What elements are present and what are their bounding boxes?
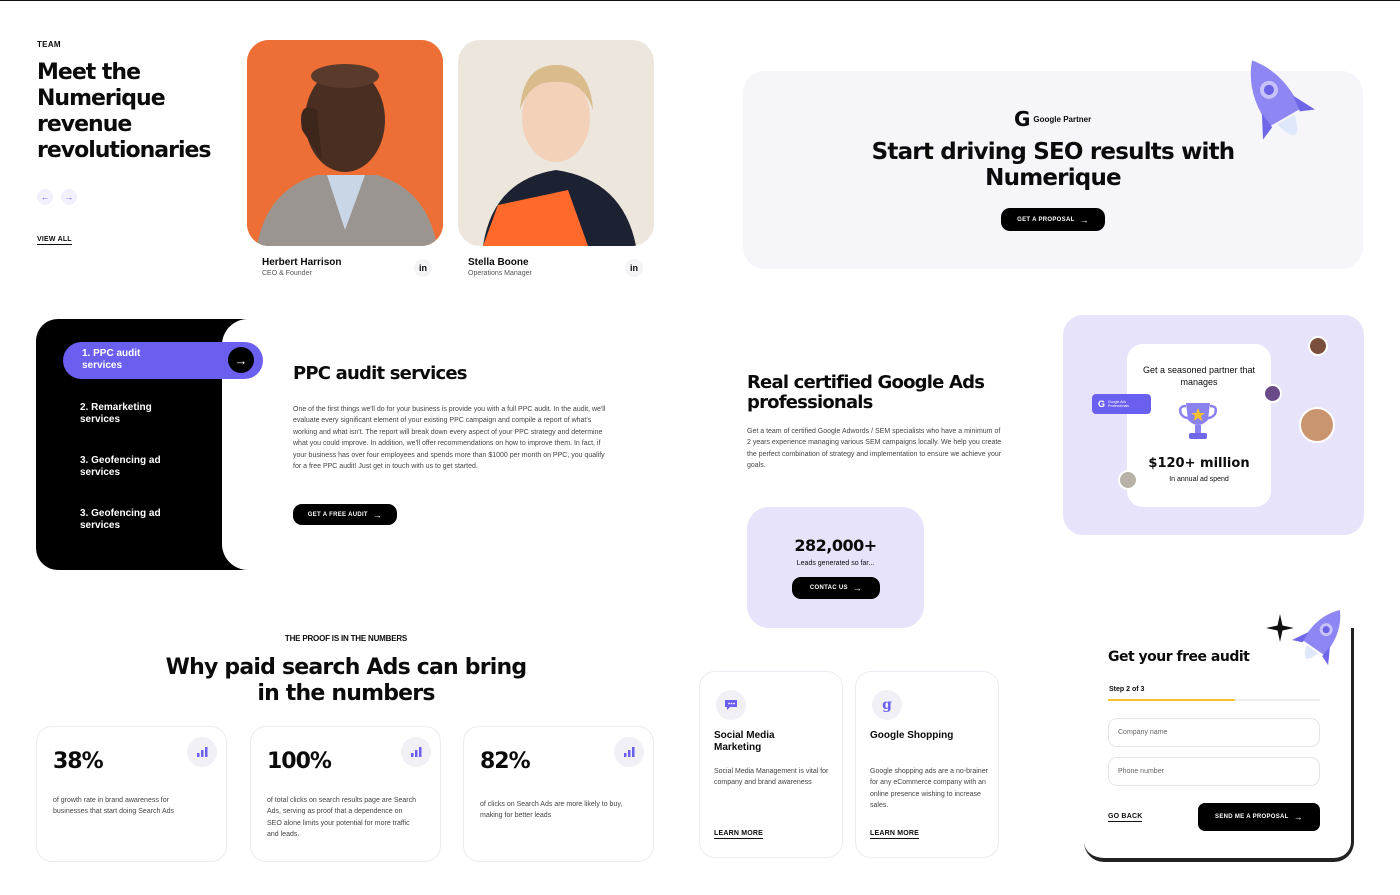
- stat-value: 100%: [267, 749, 332, 774]
- stat-card: 100% of total clicks on search results p…: [250, 726, 441, 862]
- team-heading-line: revenue: [37, 112, 132, 137]
- stella-photo: [458, 40, 654, 246]
- stat-text: of growth rate in brand awareness for bu…: [53, 797, 175, 816]
- rocket-illustration: [1291, 602, 1351, 677]
- ppc-menu-item[interactable]: 3. Geofencing ad services: [80, 455, 180, 479]
- prev-arrow-button[interactable]: ←: [37, 189, 53, 205]
- rocket-illustration: [1236, 50, 1316, 159]
- service-card: Social Media Marketing Social Media Mana…: [699, 671, 843, 858]
- bar-chart-icon: [401, 737, 431, 767]
- google-partner-label: Google Partner: [1033, 114, 1092, 124]
- sparkle-icon: [1266, 614, 1294, 647]
- certified-heading: Real certified Google Ads professionals: [747, 373, 1047, 413]
- team-heading-line: Numerique: [37, 86, 166, 111]
- service-card: g Google Shopping Google shopping ads ar…: [855, 671, 999, 858]
- partner-card-title: Get a seasoned partner that manages: [1142, 365, 1256, 387]
- ppc-body: One of the first things we'll do for you…: [293, 406, 606, 471]
- form-step: Step 2 of 3: [1109, 686, 1145, 693]
- arrow-right-icon: →: [1293, 812, 1303, 822]
- member-name: Stella Boone: [468, 257, 529, 268]
- google-ads-chip: G Google Ads Professionals: [1092, 394, 1151, 414]
- herbert-photo: [247, 40, 443, 246]
- company-name-field[interactable]: Company name: [1108, 718, 1320, 747]
- stat-text: of clicks on Search Ads are more likely …: [480, 801, 623, 820]
- stat-text: of total clicks on search results page a…: [267, 797, 417, 839]
- service-title: Social Media Marketing: [714, 730, 775, 753]
- linkedin-icon[interactable]: in: [625, 259, 643, 277]
- form-progress-track: [1108, 699, 1320, 701]
- linkedin-icon[interactable]: in: [414, 259, 432, 277]
- stat-card: 82% of clicks on Search Ads are more lik…: [463, 726, 654, 862]
- google-g-icon: G: [1098, 399, 1106, 409]
- learn-more-link[interactable]: LEARN MORE: [870, 830, 920, 839]
- team-heading-line: Meet the: [37, 60, 141, 85]
- send-proposal-button[interactable]: SEND ME A PROPOSAL →: [1198, 803, 1320, 831]
- chat-icon: [716, 690, 746, 720]
- proof-heading: Why paid search Ads can bring in the num…: [36, 655, 656, 707]
- stat-card: 38% of growth rate in brand awareness fo…: [36, 726, 227, 862]
- arrow-right-icon: →: [64, 192, 74, 202]
- team-heading: Meet the Numerique revenue revolutionari…: [37, 60, 237, 164]
- go-back-link[interactable]: GO BACK: [1108, 813, 1143, 822]
- arrow-right-icon: →: [1079, 214, 1089, 225]
- contact-us-button[interactable]: CONTAC US →: [792, 577, 880, 599]
- arrow-left-icon: ←: [40, 192, 50, 202]
- chip-label: Google Ads Professionals: [1108, 400, 1130, 408]
- leads-card: [747, 507, 924, 628]
- service-title: Google Shopping: [870, 730, 954, 741]
- ppc-title: PPC audit services: [293, 363, 467, 384]
- avatar: [1299, 407, 1335, 443]
- avatar: [1308, 336, 1328, 356]
- ppc-menu-item-label: 1. PPC audit services: [82, 348, 141, 371]
- certified-body: Get a team of certified Google Adwords /…: [747, 428, 1002, 470]
- service-text: Google shopping ads are a no-brainer for…: [870, 768, 988, 810]
- get-proposal-button[interactable]: GET A PROPOSAL →: [1001, 208, 1105, 231]
- bar-chart-icon: [187, 737, 217, 767]
- view-all-link[interactable]: VIEW ALL: [37, 236, 72, 245]
- button-label: SEND ME A PROPOSAL: [1215, 814, 1289, 820]
- ad-spend-amount: $120+ million: [1148, 456, 1250, 471]
- leads-number: 282,000+: [794, 536, 877, 555]
- button-label: CONTAC US: [809, 585, 848, 591]
- certified-heading-line: professionals: [747, 392, 873, 413]
- phone-number-field[interactable]: Phone number: [1108, 757, 1320, 786]
- google-partner-badge: G Google Partner: [1014, 107, 1092, 131]
- google-g-icon: G: [1014, 107, 1031, 131]
- button-label: GET A PROPOSAL: [1017, 216, 1075, 223]
- top-border: [0, 0, 1400, 1]
- member-name: Herbert Harrison: [262, 257, 342, 268]
- ppc-menu-item[interactable]: 3. Geofencing ad services: [80, 508, 180, 532]
- proof-heading-line: in the numbers: [257, 681, 435, 706]
- member-role: Operations Manager: [468, 270, 532, 277]
- leads-caption: Leads generated so far...: [796, 560, 875, 567]
- team-heading-line: revolutionaries: [37, 138, 212, 163]
- arrow-right-icon: →: [852, 583, 863, 593]
- avatar: [1118, 470, 1138, 490]
- proof-heading-line: Why paid search Ads can bring: [165, 655, 527, 680]
- team-eyebrow: TEAM: [37, 40, 61, 49]
- stat-value: 82%: [480, 749, 531, 774]
- stat-value: 38%: [53, 749, 104, 774]
- ad-spend-caption: In annual ad spend: [1169, 476, 1229, 483]
- learn-more-link[interactable]: LEARN MORE: [714, 830, 764, 839]
- certified-heading-line: Real certified Google Ads: [747, 372, 985, 393]
- button-label: GET A FREE AUDIT: [307, 511, 368, 518]
- avatar: [1263, 384, 1282, 403]
- next-arrow-button[interactable]: →: [61, 189, 77, 205]
- google-shopping-icon: g: [872, 690, 902, 720]
- bar-chart-icon: [614, 737, 644, 767]
- arrow-right-icon: →: [372, 509, 383, 520]
- proof-eyebrow: THE PROOF IS IN THE NUMBERS: [284, 634, 408, 643]
- seo-heading-line: Numerique: [985, 165, 1121, 191]
- audit-form-title: Get your free audit: [1108, 649, 1250, 665]
- arrow-right-icon[interactable]: →: [228, 347, 254, 373]
- member-role: CEO & Founder: [262, 270, 312, 277]
- service-text: Social Media Management is vital for com…: [714, 768, 829, 787]
- ppc-menu-item[interactable]: 2. Remarketing services: [80, 402, 180, 426]
- form-progress-fill: [1108, 699, 1236, 701]
- free-audit-button[interactable]: GET A FREE AUDIT →: [293, 504, 397, 525]
- trophy-icon: [1178, 400, 1218, 449]
